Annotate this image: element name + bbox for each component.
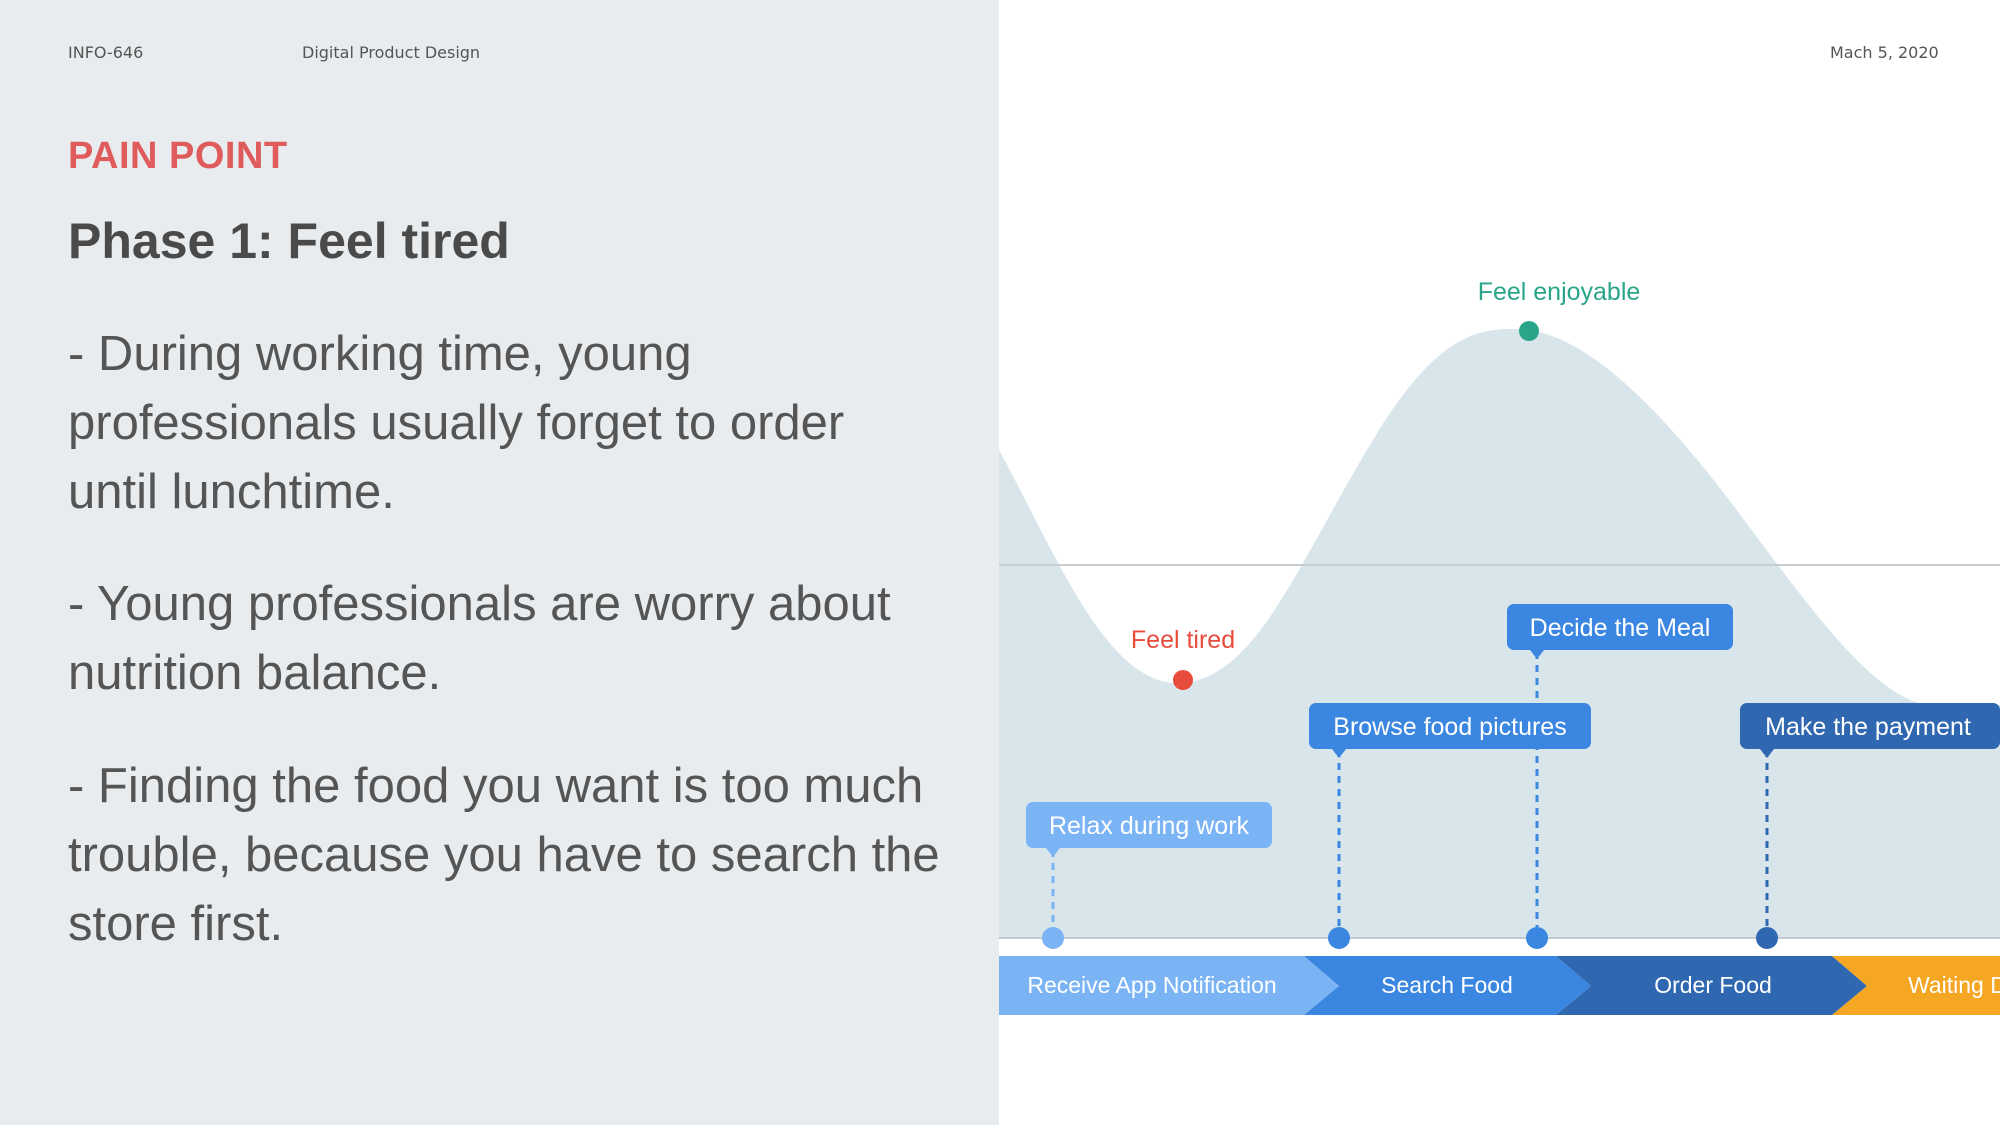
action-decide-label: Decide the Meal — [1530, 614, 1711, 642]
bullet-1: - During working time, young professiona… — [68, 320, 948, 527]
bullet-line: - Young professionals are worry about — [68, 577, 891, 631]
timeline-dot — [1042, 927, 1064, 949]
bullet-2: - Young professionals are worry about nu… — [68, 570, 948, 708]
timeline-dot — [1526, 927, 1548, 949]
phase-title: Phase 1: Feel tired — [68, 213, 510, 269]
bullet-line: store first. — [68, 897, 284, 951]
stage-waiting-label: Waiting D — [1908, 972, 2000, 998]
action-browse-label: Browse food pictures — [1333, 713, 1566, 741]
stage-receive-label: Receive App Notification — [1027, 972, 1276, 998]
enjoyable-dot — [1519, 321, 1539, 341]
timeline-dot — [1328, 927, 1350, 949]
course-code: INFO-646 — [68, 43, 144, 62]
bullet-line: until lunchtime. — [68, 465, 395, 519]
action-payment-label: Make the payment — [1765, 713, 1971, 741]
journey-map: Feel enjoyable Feel tired Relax during w… — [999, 278, 2000, 1015]
bullet-3: - Finding the food you want is too much … — [68, 752, 948, 959]
action-relax-label: Relax during work — [1049, 812, 1250, 840]
journey-map-panel: Mach 5, 2020 Feel enjoyable Feel tired R… — [999, 0, 2000, 1125]
left-panel: INFO-646 Digital Product Design PAIN POI… — [0, 0, 1000, 1125]
bullet-line: professionals usually forget to order — [68, 396, 845, 450]
bullet-line: trouble, because you have to search the — [68, 828, 940, 882]
subject-name: Digital Product Design — [302, 43, 481, 62]
bullet-line: nutrition balance. — [68, 646, 442, 700]
tired-dot — [1173, 670, 1193, 690]
section-label: PAIN POINT — [68, 135, 288, 177]
bullet-line: - During working time, young — [68, 327, 692, 381]
stage-order-label: Order Food — [1654, 972, 1772, 998]
tired-label: Feel tired — [1131, 626, 1235, 654]
enjoyable-label: Feel enjoyable — [1478, 278, 1641, 306]
bullet-line: - Finding the food you want is too much — [68, 759, 924, 813]
stage-search-label: Search Food — [1381, 972, 1513, 998]
stage-bar: Receive App Notification Search Food Ord… — [999, 956, 2000, 1015]
timeline-dot — [1756, 927, 1778, 949]
